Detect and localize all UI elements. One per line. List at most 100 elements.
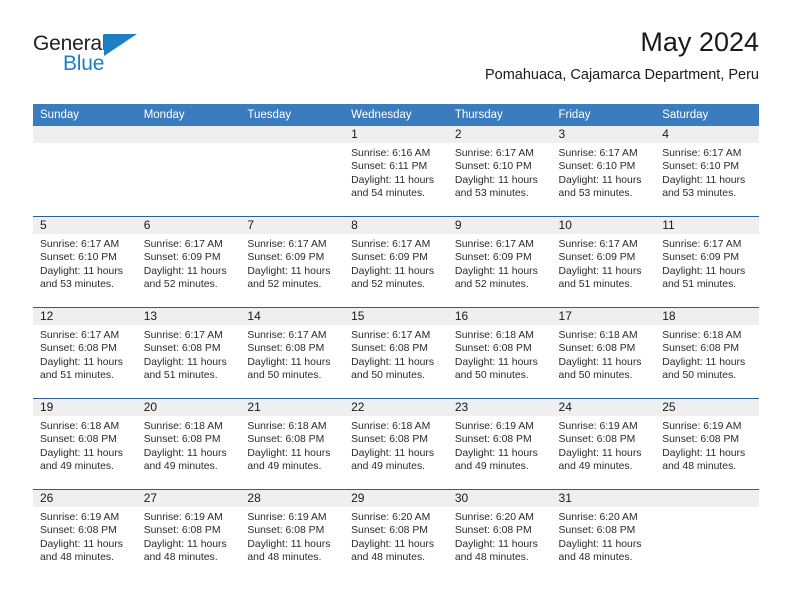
day-details: Sunrise: 6:19 AM Sunset: 6:08 PM Daylight:… [137, 507, 241, 565]
day-cell[interactable]: 9 Sunrise: 6:17 AM Sunset: 6:09 PM Daylight… [447, 216, 552, 308]
day-cell[interactable]: 29 Sunrise: 6:20 AM Sunset: 6:08 PM Dayligh… [344, 489, 448, 580]
day-number: 31 [551, 490, 656, 507]
sunrise-line: Sunrise: 6:17 AM [40, 330, 120, 341]
day-cell[interactable]: 8 Sunrise: 6:17 AM Sunset: 6:09 PM Daylight… [344, 216, 448, 308]
weekday-header-tuesday: Tuesday [240, 104, 345, 126]
daylight-line-2: and 53 minutes. [40, 279, 114, 291]
day-details: Sunrise: 6:19 AM Sunset: 6:08 PM Daylight:… [655, 416, 759, 474]
day-details: Sunrise: 6:20 AM Sunset: 6:08 PM Daylight:… [344, 507, 448, 565]
day-cell[interactable]: 4 Sunrise: 6:17 AM Sunset: 6:10 PM Daylight… [655, 126, 759, 217]
daylight-line-1: Daylight: 11 hours [40, 356, 123, 368]
daylight-line-1: Daylight: 11 hours [454, 447, 538, 459]
day-cell[interactable]: 24 Sunrise: 6:19 AM Sunset: 6:08 PM Dayligh… [551, 398, 656, 490]
day-cell[interactable]: 1 Sunrise: 6:16 AM Sunset: 6:11 PM Daylight… [344, 126, 448, 217]
day-cell[interactable]: 19 Sunrise: 6:18 AM Sunset: 6:08 PM Dayligh… [33, 398, 137, 490]
day-cell[interactable]: 11 Sunrise: 6:17 AM Sunset: 6:09 PM Dayligh… [655, 216, 759, 308]
day-cell[interactable]: 6 Sunrise: 6:17 AM Sunset: 6:09 PM Daylight… [136, 216, 241, 308]
weekday-header-friday: Friday [551, 104, 656, 126]
sunrise-line: Sunrise: 6:17 AM [454, 148, 534, 159]
day-cell[interactable]: 7 Sunrise: 6:17 AM Sunset: 6:09 PM Daylight… [240, 216, 345, 308]
sunset-line: Sunset: 6:08 PM [454, 434, 532, 446]
sunrise-line: Sunrise: 6:17 AM [662, 148, 742, 159]
day-number: 20 [136, 399, 241, 416]
daylight-line-1: Daylight: 11 hours [143, 447, 227, 459]
daylight-line-2: and 53 minutes. [558, 188, 633, 200]
day-number: 25 [655, 399, 759, 416]
sunrise-line: Sunrise: 6:17 AM [558, 148, 638, 159]
day-cell[interactable]: 5 Sunrise: 6:17 AM Sunset: 6:10 PM Daylight… [33, 216, 137, 308]
day-number: 7 [240, 217, 345, 234]
day-cell-inner: 30 Sunrise: 6:20 AM Sunset: 6:08 PM Dayligh… [447, 490, 552, 580]
daylight-line-2: and 50 minutes. [662, 370, 737, 382]
daylight-line-2: and 51 minutes. [143, 370, 218, 382]
daylight-line-2: and 52 minutes. [143, 279, 218, 291]
daylight-line-2: and 48 minutes. [351, 552, 426, 564]
day-cell[interactable]: 21 Sunrise: 6:18 AM Sunset: 6:08 PM Dayligh… [240, 398, 345, 490]
day-number: 6 [136, 217, 241, 234]
day-cell[interactable]: 14 Sunrise: 6:17 AM Sunset: 6:08 PM Dayligh… [240, 307, 345, 399]
logo-triangle-icon [104, 34, 137, 56]
day-number: 1 [344, 126, 448, 143]
day-number: 14 [240, 308, 345, 325]
day-cell[interactable]: 26 Sunrise: 6:19 AM Sunset: 6:08 PM Dayligh… [33, 489, 137, 580]
daylight-line-2: and 51 minutes. [40, 370, 114, 382]
day-cell[interactable]: 20 Sunrise: 6:18 AM Sunset: 6:08 PM Dayligh… [136, 398, 241, 490]
sunrise-line: Sunrise: 6:19 AM [247, 512, 327, 523]
day-cell[interactable]: 23 Sunrise: 6:19 AM Sunset: 6:08 PM Dayligh… [447, 398, 552, 490]
daylight-line-2: and 49 minutes. [247, 461, 322, 473]
day-cell[interactable]: 30 Sunrise: 6:20 AM Sunset: 6:08 PM Dayligh… [447, 489, 552, 580]
day-details: Sunrise: 6:17 AM Sunset: 6:09 PM Daylight:… [655, 234, 759, 292]
sunset-line: Sunset: 6:08 PM [454, 525, 532, 537]
day-cell[interactable]: 25 Sunrise: 6:19 AM Sunset: 6:08 PM Dayligh… [655, 398, 759, 490]
sunset-line: Sunset: 6:09 PM [558, 252, 636, 264]
daylight-line-2: and 49 minutes. [454, 461, 529, 473]
daylight-line-1: Daylight: 11 hours [662, 265, 746, 277]
day-cell[interactable]: 28 Sunrise: 6:19 AM Sunset: 6:08 PM Dayligh… [240, 489, 345, 580]
day-number: 23 [447, 399, 552, 416]
day-cell-inner: 2 Sunrise: 6:17 AM Sunset: 6:10 PM Daylight… [447, 126, 552, 216]
day-details: Sunrise: 6:17 AM Sunset: 6:09 PM Daylight:… [137, 234, 241, 292]
sunrise-line: Sunrise: 6:18 AM [351, 421, 431, 432]
day-number: 30 [447, 490, 552, 507]
day-cell[interactable]: 17 Sunrise: 6:18 AM Sunset: 6:08 PM Dayligh… [551, 307, 656, 399]
day-cell-inner: 28 Sunrise: 6:19 AM Sunset: 6:08 PM Dayligh… [240, 490, 345, 580]
day-cell-inner: 25 Sunrise: 6:19 AM Sunset: 6:08 PM Dayligh… [655, 399, 759, 489]
day-number: 5 [33, 217, 137, 234]
day-cell-inner: 13 Sunrise: 6:17 AM Sunset: 6:08 PM Dayligh… [136, 308, 241, 398]
day-cell[interactable]: 12 Sunrise: 6:17 AM Sunset: 6:08 PM Dayligh… [33, 307, 137, 399]
day-details: Sunrise: 6:17 AM Sunset: 6:08 PM Daylight:… [137, 325, 241, 383]
calendar-grid: Sunday Monday Tuesday Wednesday Thursday Frid… [33, 104, 759, 580]
sunrise-line: Sunrise: 6:18 AM [558, 330, 638, 341]
day-cell[interactable]: 27 Sunrise: 6:19 AM Sunset: 6:08 PM Dayligh… [136, 489, 241, 580]
day-cell[interactable]: 3 Sunrise: 6:17 AM Sunset: 6:10 PM Daylight… [551, 126, 656, 217]
day-cell[interactable]: 10 Sunrise: 6:17 AM Sunset: 6:09 PM Dayligh… [551, 216, 656, 308]
day-cell[interactable]: 18 Sunrise: 6:18 AM Sunset: 6:08 PM Dayligh… [655, 307, 759, 399]
day-cell[interactable]: 15 Sunrise: 6:17 AM Sunset: 6:08 PM Dayligh… [344, 307, 448, 399]
daylight-line-2: and 51 minutes. [558, 279, 633, 291]
day-cell[interactable]: 22 Sunrise: 6:18 AM Sunset: 6:08 PM Dayligh… [344, 398, 448, 490]
day-cell-empty [240, 126, 345, 217]
day-cell[interactable]: 16 Sunrise: 6:18 AM Sunset: 6:08 PM Dayligh… [447, 307, 552, 399]
sunrise-line: Sunrise: 6:20 AM [454, 512, 534, 523]
day-cell-inner: 31 Sunrise: 6:20 AM Sunset: 6:08 PM Dayligh… [551, 490, 656, 580]
day-cell-empty [655, 489, 759, 580]
daylight-line-2: and 48 minutes. [558, 552, 633, 564]
sunset-line: Sunset: 6:09 PM [351, 252, 428, 264]
day-number: 28 [240, 490, 345, 507]
daylight-line-2: and 49 minutes. [351, 461, 426, 473]
day-cell[interactable]: 31 Sunrise: 6:20 AM Sunset: 6:08 PM Dayligh… [551, 489, 656, 580]
day-cell[interactable]: 13 Sunrise: 6:17 AM Sunset: 6:08 PM Dayligh… [136, 307, 241, 399]
weekday-header-thursday: Thursday [447, 104, 552, 126]
day-number: 21 [240, 399, 345, 416]
sunrise-line: Sunrise: 6:17 AM [143, 239, 223, 250]
day-cell-inner: 24 Sunrise: 6:19 AM Sunset: 6:08 PM Dayligh… [551, 399, 656, 489]
day-number: 27 [136, 490, 241, 507]
sunset-line: Sunset: 6:08 PM [558, 434, 636, 446]
generalblue-logo: General Blue [33, 32, 153, 82]
sunset-line: Sunset: 6:08 PM [247, 434, 325, 446]
day-cell-inner: 19 Sunrise: 6:18 AM Sunset: 6:08 PM Dayligh… [33, 399, 137, 489]
day-cell[interactable]: 2 Sunrise: 6:17 AM Sunset: 6:10 PM Daylight… [447, 126, 552, 217]
day-cell-inner: 29 Sunrise: 6:20 AM Sunset: 6:08 PM Dayligh… [344, 490, 448, 580]
sunrise-line: Sunrise: 6:18 AM [662, 330, 742, 341]
daylight-line-2: and 54 minutes. [351, 188, 426, 200]
